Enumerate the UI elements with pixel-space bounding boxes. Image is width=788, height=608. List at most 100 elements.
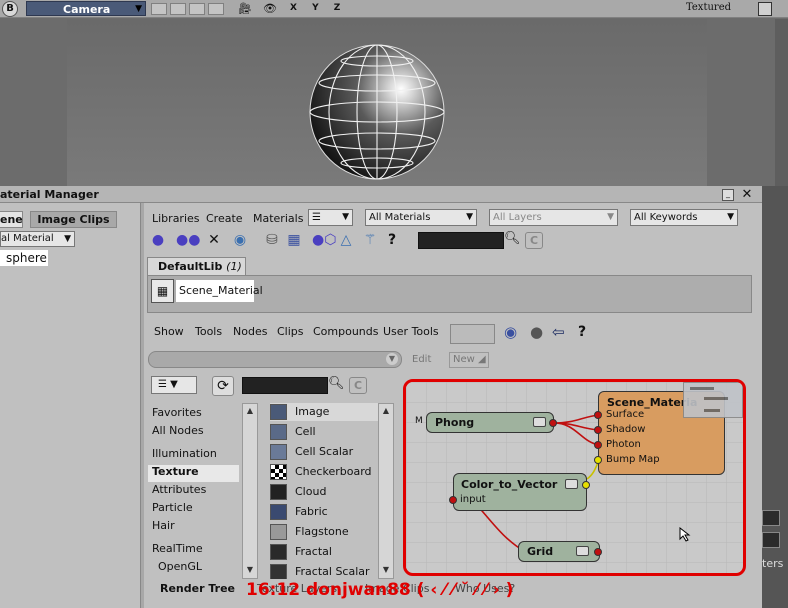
explorer-item-sphere[interactable]: sphere bbox=[0, 250, 48, 266]
search-icon[interactable]: 🔍︎ bbox=[504, 231, 521, 246]
preview-icon[interactable]: △ bbox=[336, 230, 356, 250]
category-scrollbar[interactable]: ▲ ▼ bbox=[242, 403, 258, 579]
materials-filter-dropdown[interactable]: All Materials ▼ bbox=[365, 209, 477, 226]
photon-port[interactable] bbox=[594, 441, 602, 449]
category-all-nodes[interactable]: All Nodes bbox=[152, 424, 204, 437]
node-list-scrollbar[interactable]: ▲ ▼ bbox=[378, 403, 394, 579]
assign-material-icon[interactable]: ⛁ bbox=[262, 230, 282, 250]
menu-tools[interactable]: Tools bbox=[195, 325, 222, 338]
tab-image-clips[interactable]: Image Clips bbox=[30, 211, 117, 228]
select-users-icon[interactable]: ▦ bbox=[284, 230, 304, 250]
render-tree-graph[interactable]: Scene_Materia Surface Shadow Photon Bump… bbox=[403, 379, 746, 576]
input-port[interactable] bbox=[449, 496, 457, 504]
camera-dropdown[interactable]: Camera ▼ bbox=[26, 1, 146, 16]
new-button[interactable]: New ◢ bbox=[449, 352, 489, 368]
preview-icon[interactable]: ◉ bbox=[504, 323, 517, 341]
eye-icon[interactable]: 👁︎ bbox=[263, 2, 277, 15]
node-collapse-button[interactable] bbox=[565, 479, 578, 489]
list-item[interactable]: Cell Scalar bbox=[270, 443, 378, 461]
list-item[interactable]: Fractal bbox=[270, 543, 378, 561]
color-to-vector-node[interactable]: Color_to_Vector input bbox=[449, 473, 590, 511]
material-info-icon[interactable]: ◉ bbox=[230, 230, 250, 250]
bump-map-port[interactable] bbox=[594, 456, 602, 464]
material-filter-dropdown[interactable]: al Material ▼ bbox=[0, 231, 75, 247]
category-realtime[interactable]: RealTime bbox=[152, 542, 203, 555]
list-item[interactable]: Cell bbox=[270, 423, 378, 441]
new-material-icon[interactable]: ● bbox=[148, 230, 168, 250]
category-hair[interactable]: Hair bbox=[152, 519, 175, 532]
side-button[interactable] bbox=[762, 532, 780, 548]
viewport-layout-box[interactable] bbox=[151, 3, 167, 15]
search-icon[interactable]: 🔍︎ bbox=[328, 376, 345, 391]
panel-splitter[interactable] bbox=[140, 203, 144, 608]
scroll-up-icon[interactable]: ▲ bbox=[244, 405, 256, 417]
category-opengl[interactable]: OpenGL bbox=[158, 560, 202, 573]
tab-library[interactable]: DefaultLib (1) bbox=[147, 257, 246, 275]
edit-button[interactable]: Edit bbox=[412, 354, 431, 365]
help-icon[interactable]: ? bbox=[578, 324, 586, 340]
category-attributes[interactable]: Attributes bbox=[152, 483, 206, 496]
menu-materials[interactable]: Materials bbox=[253, 212, 303, 225]
menu-compounds[interactable]: Compounds bbox=[313, 325, 379, 338]
sphere-object[interactable] bbox=[308, 43, 446, 181]
category-texture[interactable]: Texture bbox=[152, 465, 199, 478]
viewport-layout-box[interactable] bbox=[189, 3, 205, 15]
node-collapse-button[interactable] bbox=[533, 417, 546, 427]
help-icon[interactable]: ? bbox=[382, 230, 402, 250]
material-search-input[interactable] bbox=[418, 232, 504, 249]
3d-viewport[interactable]: B Camera ▼ 🎥︎ 👁︎ X Y Z Textured bbox=[0, 0, 788, 186]
graph-navigator[interactable] bbox=[683, 382, 743, 418]
clear-search-button[interactable]: C bbox=[525, 232, 543, 249]
list-item[interactable]: Image bbox=[270, 403, 378, 421]
preset-combo[interactable]: ▼ bbox=[148, 351, 402, 368]
phong-out-port[interactable] bbox=[549, 419, 557, 427]
camera-icon[interactable]: 🎥︎ bbox=[238, 2, 252, 15]
category-particle[interactable]: Particle bbox=[152, 501, 193, 514]
wand-icon[interactable]: ⚚ bbox=[360, 230, 380, 250]
back-arrow-icon[interactable]: ⇦ bbox=[552, 323, 565, 341]
viewport-layout-box[interactable] bbox=[170, 3, 186, 15]
memo-buttons[interactable] bbox=[450, 324, 495, 344]
scroll-up-icon[interactable]: ▲ bbox=[380, 405, 392, 417]
tab-render-tree[interactable]: Render Tree bbox=[160, 582, 235, 595]
list-item[interactable]: Checkerboard bbox=[270, 463, 378, 481]
menu-clips[interactable]: Clips bbox=[277, 325, 304, 338]
maximize-icon[interactable] bbox=[758, 2, 772, 16]
clear-search-button[interactable]: C bbox=[349, 377, 367, 394]
menu-libraries[interactable]: Libraries bbox=[152, 212, 200, 225]
axes-toggle[interactable]: X Y Z bbox=[290, 3, 346, 13]
surface-port[interactable] bbox=[594, 411, 602, 419]
display-mode-menu[interactable]: Textured bbox=[686, 2, 731, 13]
category-illumination[interactable]: Illumination bbox=[152, 447, 217, 460]
view-mode-dropdown[interactable]: ☰ ▼ bbox=[308, 209, 353, 226]
node-view-dropdown[interactable]: ☰ ▼ bbox=[151, 376, 197, 394]
grid-node[interactable]: Grid bbox=[518, 541, 602, 562]
material-thumbnail-icon[interactable]: ▦ bbox=[151, 279, 174, 303]
node-collapse-button[interactable] bbox=[576, 546, 589, 556]
render-region-icon[interactable]: ●⬡ bbox=[312, 230, 336, 250]
window-title-bar[interactable]: aterial Manager bbox=[0, 186, 762, 203]
list-item[interactable]: Flagstone bbox=[270, 523, 378, 541]
viewport-menu-button[interactable]: B bbox=[2, 1, 18, 17]
scroll-down-icon[interactable]: ▼ bbox=[244, 564, 256, 576]
keywords-filter-dropdown[interactable]: All Keywords ▼ bbox=[630, 209, 738, 226]
grid-out-port[interactable] bbox=[594, 548, 602, 556]
list-item[interactable]: Cloud bbox=[270, 483, 378, 501]
menu-nodes[interactable]: Nodes bbox=[233, 325, 267, 338]
layers-filter-dropdown[interactable]: All Layers ▼ bbox=[489, 209, 618, 226]
phong-node[interactable]: Phong bbox=[426, 412, 557, 433]
side-button[interactable] bbox=[762, 510, 780, 526]
menu-user-tools[interactable]: User Tools bbox=[383, 325, 439, 338]
material-item-name[interactable]: Scene_Material bbox=[176, 280, 263, 302]
viewport-layout-box[interactable] bbox=[208, 3, 224, 15]
render-icon[interactable]: ● bbox=[530, 323, 543, 341]
list-item[interactable]: Fabric bbox=[270, 503, 378, 521]
scroll-down-icon[interactable]: ▼ bbox=[380, 564, 392, 576]
refresh-icon[interactable]: ⟳ bbox=[212, 376, 234, 396]
duplicate-material-icon[interactable]: ●● bbox=[176, 230, 200, 250]
close-button[interactable]: ✕ bbox=[740, 188, 754, 202]
node-search-input[interactable] bbox=[242, 377, 328, 394]
color-to-vector-out-port[interactable] bbox=[582, 481, 590, 489]
minimize-button[interactable]: _ bbox=[722, 189, 734, 201]
shadow-port[interactable] bbox=[594, 426, 602, 434]
